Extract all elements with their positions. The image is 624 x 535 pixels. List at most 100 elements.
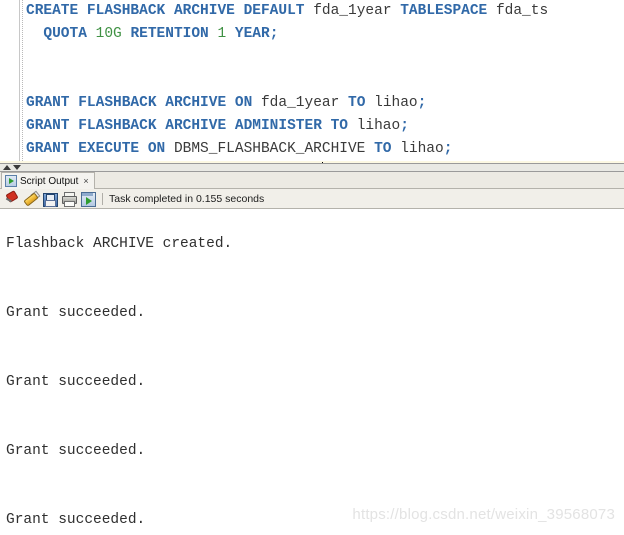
code-token: FLASHBACK [78, 118, 157, 134]
status-text: Task completed in 0.155 seconds [109, 192, 265, 205]
code-token: lihao [374, 95, 418, 111]
tab-script-output[interactable]: Script Output × [1, 172, 95, 189]
code-token: FLASHBACK [86, 3, 166, 19]
code-line[interactable]: GRANT FLASHBACK ARCHIVE ON fda_1year TO … [0, 92, 624, 115]
code-token: ON [147, 141, 166, 157]
code-token: DEFAULT [243, 3, 305, 19]
code-token: ; [417, 95, 427, 111]
clear-button[interactable] [22, 190, 41, 207]
code-token: CREATE [26, 3, 79, 19]
code-token: ON [234, 95, 253, 111]
code-token: ARCHIVE [173, 3, 235, 19]
code-token: fda_1year [260, 95, 340, 111]
pin-icon [5, 190, 19, 203]
code-token: ; [269, 26, 279, 42]
pin-button[interactable] [3, 190, 20, 207]
code-token: fda_1year [313, 3, 392, 19]
code-token: GRANT [26, 118, 70, 134]
code-line[interactable]: CREATE FLASHBACK ARCHIVE DEFAULT fda_1ye… [0, 0, 624, 23]
print-button[interactable] [60, 190, 77, 207]
script-output-panel: Script Output × Task completed in 0.155 … [0, 172, 624, 535]
sql-editor-pane[interactable]: CREATE FLASHBACK ARCHIVE DEFAULT fda_1ye… [0, 0, 624, 163]
run-script-titlebar-icon [82, 193, 93, 196]
green-arrow-icon [86, 197, 92, 205]
code-token: TO [374, 141, 392, 157]
code-token: RETENTION [130, 26, 209, 42]
script-output-text[interactable]: Flashback ARCHIVE created. Grant succeed… [0, 210, 624, 535]
code-token: YEAR [234, 26, 270, 42]
code-token: FLASHBACK [78, 95, 157, 111]
toolbar-separator [102, 192, 103, 205]
save-button[interactable] [41, 190, 58, 207]
code-token: DBMS_FLASHBACK_ARCHIVE [173, 141, 366, 157]
output-toolbar: Task completed in 0.155 seconds [0, 189, 624, 209]
code-token: GRANT [26, 95, 70, 111]
printer-output-icon [64, 201, 75, 207]
code-token: fda_ts [495, 3, 549, 19]
output-tab-strip: Script Output × [0, 172, 624, 189]
splitter-collapse-controls[interactable] [3, 164, 21, 171]
triangle-down-icon[interactable] [13, 165, 21, 170]
code-token: lihao [400, 141, 444, 157]
code-token: 10G [95, 26, 122, 42]
watermark: https://blog.csdn.net/weixin_39568073 [352, 506, 615, 523]
floppy-label-icon [45, 200, 56, 207]
code-token: ARCHIVE [165, 118, 227, 134]
code-line[interactable]: GRANT EXECUTE ON DBMS_FLASHBACK_ARCHIVE … [0, 138, 624, 161]
output-line: Grant succeeded. [6, 443, 146, 459]
code-line[interactable] [0, 69, 624, 92]
code-token: lihao [356, 118, 401, 134]
code-token: TO [348, 95, 366, 111]
tab-close-icon[interactable]: × [83, 176, 88, 186]
output-line: Grant succeeded. [6, 305, 146, 321]
code-line[interactable] [0, 46, 624, 69]
triangle-up-icon[interactable] [3, 165, 11, 170]
code-token: ARCHIVE [165, 95, 227, 111]
code-line[interactable]: QUOTA 10G RETENTION 1 YEAR; [0, 23, 624, 46]
code-token: 1 [217, 26, 227, 42]
code-token: GRANT [26, 141, 70, 157]
output-line: Flashback ARCHIVE created. [6, 236, 233, 252]
code-line[interactable]: GRANT FLASHBACK ARCHIVE ADMINISTER TO li… [0, 115, 624, 138]
pane-splitter[interactable] [0, 163, 624, 172]
code-token: ; [443, 141, 453, 157]
editor-code-lines[interactable]: CREATE FLASHBACK ARCHIVE DEFAULT fda_1ye… [0, 0, 624, 163]
output-line: Grant succeeded. [6, 374, 146, 390]
code-token: EXECUTE [78, 141, 140, 157]
code-token: ; [400, 118, 409, 134]
eraser-icon [23, 192, 39, 207]
code-token: TO [330, 118, 348, 134]
tab-script-output-label: Script Output [20, 175, 79, 187]
run-script-button[interactable] [79, 190, 96, 207]
